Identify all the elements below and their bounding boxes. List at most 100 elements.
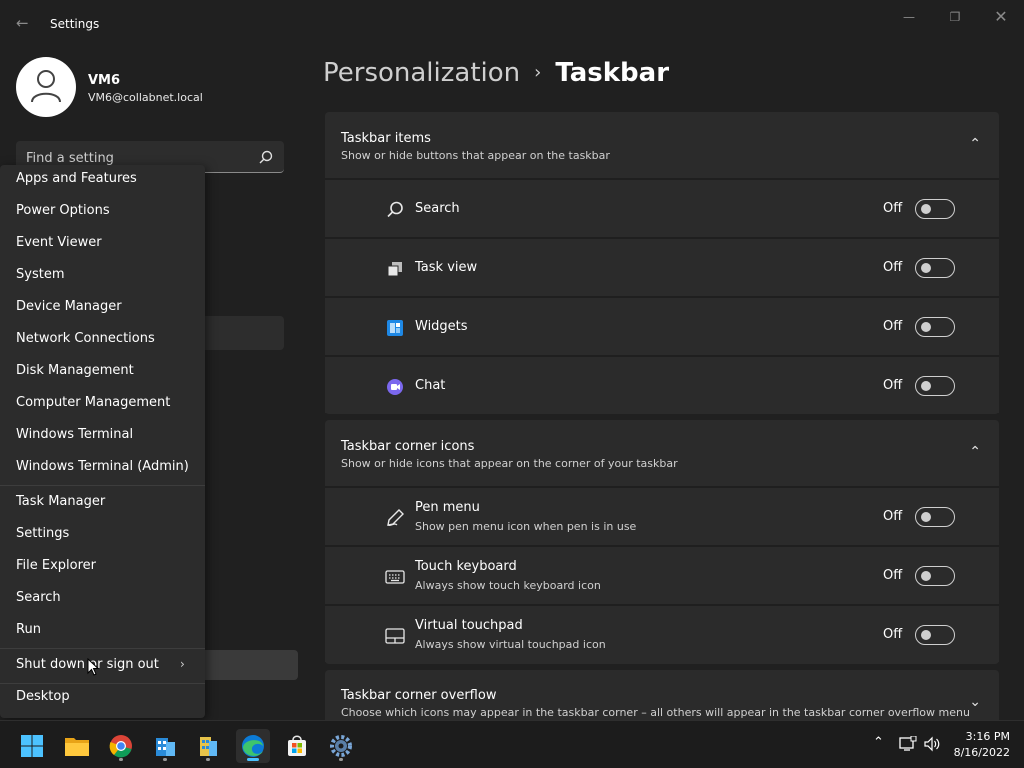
breadcrumb-separator: › bbox=[534, 62, 542, 83]
store-icon bbox=[288, 735, 306, 756]
task-view-icon bbox=[387, 262, 402, 277]
settings-button[interactable] bbox=[324, 729, 358, 763]
menu-item-windows-terminal[interactable]: Windows Terminal bbox=[16, 427, 133, 442]
menu-item-apps-and-features[interactable]: Apps and Features bbox=[16, 171, 137, 186]
menu-item-run[interactable]: Run bbox=[16, 622, 41, 637]
menu-item-task-manager[interactable]: Task Manager bbox=[16, 494, 105, 509]
search-icon bbox=[387, 201, 403, 218]
chat-toggle[interactable] bbox=[915, 376, 955, 396]
title-bar: ← Settings — ❐ ✕ bbox=[0, 0, 1024, 48]
menu-item-desktop[interactable]: Desktop bbox=[16, 689, 70, 704]
menu-item-computer-management[interactable]: Computer Management bbox=[16, 395, 170, 410]
menu-item-settings[interactable]: Settings bbox=[16, 526, 69, 541]
minimize-button[interactable]: — bbox=[896, 6, 922, 28]
app-button-1[interactable] bbox=[148, 729, 182, 763]
widgets-icon bbox=[387, 320, 403, 336]
menu-separator bbox=[0, 683, 205, 684]
page-title: Taskbar bbox=[555, 58, 670, 88]
menu-item-search[interactable]: Search bbox=[16, 590, 61, 605]
toggle-state: Off bbox=[883, 378, 903, 393]
active-indicator bbox=[247, 758, 259, 761]
toggle-state: Off bbox=[883, 568, 903, 583]
corner-icons-section: Taskbar corner icons Show or hide icons … bbox=[325, 420, 999, 664]
setting-label: Widgets bbox=[415, 319, 468, 334]
chevron-up-icon[interactable]: ⌃ bbox=[969, 444, 981, 460]
running-indicator bbox=[119, 758, 123, 761]
search-toggle[interactable] bbox=[915, 199, 955, 219]
toggle-state: Off bbox=[883, 509, 903, 524]
menu-item-disk-management[interactable]: Disk Management bbox=[16, 363, 134, 378]
setting-label: Chat bbox=[415, 378, 446, 393]
app-title: Settings bbox=[50, 17, 100, 31]
store-button[interactable] bbox=[280, 729, 314, 763]
setting-label: Virtual touchpad bbox=[415, 618, 523, 633]
setting-row-touch-keyboard: Touch keyboard Always show touch keyboar… bbox=[325, 545, 999, 603]
virtual-touchpad-toggle[interactable] bbox=[915, 625, 955, 645]
avatar[interactable] bbox=[16, 57, 76, 117]
setting-label: Pen menu bbox=[415, 500, 480, 515]
back-arrow-icon[interactable]: ← bbox=[16, 14, 34, 32]
clock-time: 3:16 PM bbox=[965, 730, 1010, 743]
selected-nav-item[interactable] bbox=[200, 316, 284, 350]
corner-icons-header[interactable]: Taskbar corner icons Show or hide icons … bbox=[325, 420, 999, 486]
setting-row-chat: Chat Off bbox=[325, 355, 999, 413]
pen-icon bbox=[387, 509, 404, 527]
clock[interactable]: 3:16 PM 8/16/2022 bbox=[954, 729, 1010, 761]
volume-icon[interactable] bbox=[923, 736, 941, 752]
mouse-pointer-icon bbox=[87, 658, 99, 676]
setting-label: Search bbox=[415, 201, 460, 216]
search-icon[interactable] bbox=[259, 150, 273, 164]
menu-separator bbox=[0, 648, 205, 649]
menu-item-windows-terminal-admin[interactable]: Windows Terminal (Admin) bbox=[16, 459, 189, 474]
setting-row-pen-menu: Pen menu Show pen menu icon when pen is … bbox=[325, 486, 999, 544]
menu-item-event-viewer[interactable]: Event Viewer bbox=[16, 235, 102, 250]
user-email: VM6@collabnet.local bbox=[88, 91, 203, 104]
network-icon[interactable] bbox=[899, 736, 917, 752]
chevron-right-icon: › bbox=[180, 657, 185, 671]
toggle-state: Off bbox=[883, 260, 903, 275]
section-title: Taskbar corner overflow bbox=[341, 688, 497, 703]
chevron-down-icon[interactable]: ⌄ bbox=[969, 694, 981, 710]
breadcrumb: Personalization › Taskbar bbox=[323, 58, 669, 88]
taskbar: ⌃ 3:16 PM 8/16/2022 bbox=[0, 720, 1024, 768]
setting-description: Always show touch keyboard icon bbox=[415, 579, 601, 592]
running-indicator bbox=[339, 758, 343, 761]
close-button[interactable]: ✕ bbox=[988, 6, 1014, 28]
edge-button[interactable] bbox=[236, 729, 270, 763]
section-title: Taskbar items bbox=[341, 131, 431, 146]
widgets-toggle[interactable] bbox=[915, 317, 955, 337]
running-indicator bbox=[206, 758, 210, 761]
task-view-toggle[interactable] bbox=[915, 258, 955, 278]
setting-row-task-view: Task view Off bbox=[325, 237, 999, 295]
start-button[interactable] bbox=[15, 729, 49, 763]
taskbar-items-section: Taskbar items Show or hide buttons that … bbox=[325, 112, 999, 414]
touch-keyboard-toggle[interactable] bbox=[915, 566, 955, 586]
chevron-up-icon[interactable]: ⌃ bbox=[969, 136, 981, 152]
taskbar-items-header[interactable]: Taskbar items Show or hide buttons that … bbox=[325, 112, 999, 178]
folder-icon bbox=[65, 738, 89, 756]
app-button-2[interactable] bbox=[191, 729, 225, 763]
menu-item-device-manager[interactable]: Device Manager bbox=[16, 299, 122, 314]
section-subtitle: Show or hide buttons that appear on the … bbox=[341, 149, 610, 162]
show-hidden-icons-chevron-icon[interactable]: ⌃ bbox=[873, 735, 884, 750]
file-explorer-button[interactable] bbox=[60, 729, 94, 763]
chat-icon bbox=[387, 379, 403, 395]
chrome-button[interactable] bbox=[104, 729, 138, 763]
toggle-state: Off bbox=[883, 627, 903, 642]
breadcrumb-parent[interactable]: Personalization bbox=[323, 58, 520, 88]
setting-row-virtual-touchpad: Virtual touchpad Always show virtual tou… bbox=[325, 604, 999, 662]
menu-item-system[interactable]: System bbox=[16, 267, 64, 282]
setting-row-widgets: Widgets Off bbox=[325, 296, 999, 354]
menu-item-file-explorer[interactable]: File Explorer bbox=[16, 558, 96, 573]
windows-logo-icon bbox=[21, 735, 43, 757]
setting-label: Task view bbox=[415, 260, 478, 275]
pen-menu-toggle[interactable] bbox=[915, 507, 955, 527]
maximize-button[interactable]: ❐ bbox=[942, 6, 968, 28]
setting-label: Touch keyboard bbox=[415, 559, 517, 574]
menu-item-power-options[interactable]: Power Options bbox=[16, 203, 110, 218]
menu-item-network-connections[interactable]: Network Connections bbox=[16, 331, 155, 346]
touchpad-icon bbox=[385, 628, 405, 644]
quick-link-menu: Apps and Features Power Options Event Vi… bbox=[0, 165, 205, 718]
corner-overflow-section[interactable]: Taskbar corner overflow Choose which ico… bbox=[325, 670, 999, 720]
toggle-state: Off bbox=[883, 201, 903, 216]
